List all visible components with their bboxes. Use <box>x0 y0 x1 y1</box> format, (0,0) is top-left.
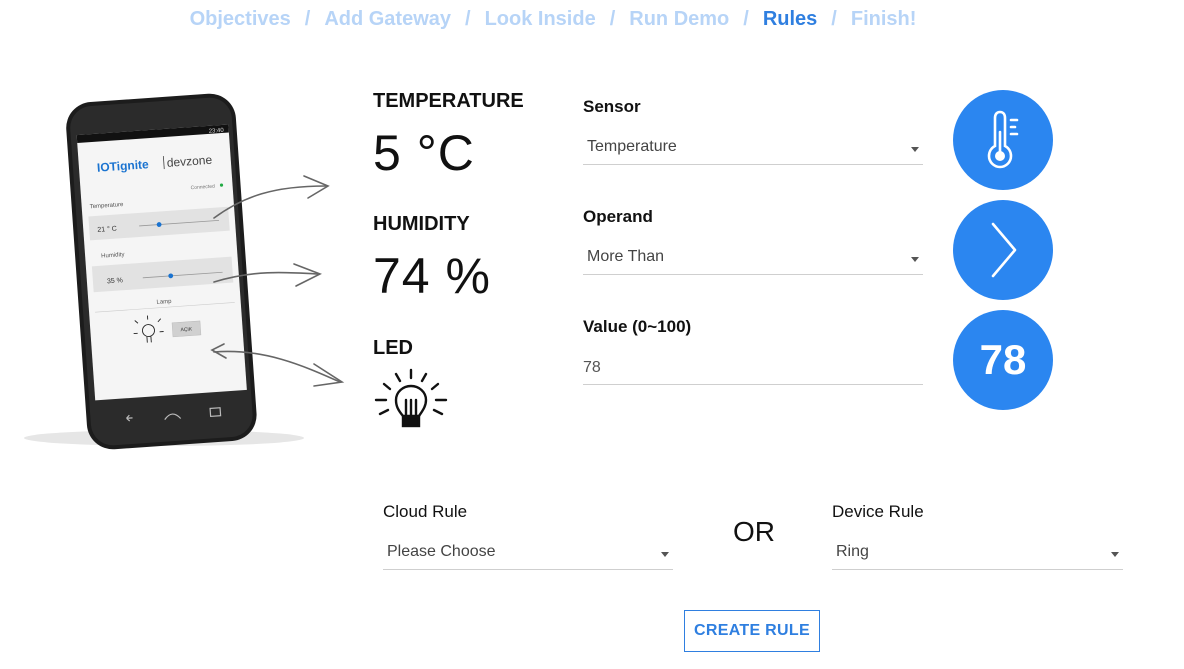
chevron-right-icon <box>991 222 1017 278</box>
breadcrumb-separator: / <box>465 8 471 30</box>
device-rule-select-value: Ring <box>836 543 869 560</box>
phone-lamp-label: Lamp <box>156 299 172 306</box>
operand-select-value: More Than <box>587 248 665 265</box>
temperature-value: 5 °C <box>373 125 475 181</box>
humidity-value: 74 % <box>373 248 491 304</box>
value-label: Value (0~100) <box>583 317 692 336</box>
value-input[interactable] <box>583 352 923 385</box>
breadcrumb: Objectives / Add Gateway / Look Inside / Run D… <box>0 8 1106 31</box>
lightbulb-icon <box>374 368 448 428</box>
sensor-select-value: Temperature <box>587 138 677 155</box>
rules-page: Objectives / Add Gateway / Look Inside / Run D… <box>0 0 1184 669</box>
breadcrumb-look-inside[interactable]: Look Inside <box>485 8 596 30</box>
phone-lamp-button: AÇIK <box>180 326 193 333</box>
cloud-rule-select-value: Please Choose <box>387 543 496 560</box>
breadcrumb-separator: / <box>609 8 616 30</box>
breadcrumb-rules[interactable]: Rules <box>763 8 817 30</box>
sensor-label: Sensor <box>583 97 641 116</box>
breadcrumb-finish[interactable]: Finish! <box>851 8 917 30</box>
phone-illustration: 23:40 IOTignite devzone Connected Temper… <box>24 93 345 450</box>
or-divider: OR <box>733 516 775 547</box>
chevron-down-icon <box>911 257 919 262</box>
device-rule-select[interactable]: Ring <box>832 537 1123 570</box>
chevron-down-icon <box>1111 552 1119 557</box>
breadcrumb-add-gateway[interactable]: Add Gateway <box>324 8 451 30</box>
chevron-down-icon <box>661 552 669 557</box>
phone-humidity-value: 35 % <box>107 277 123 285</box>
operand-label: Operand <box>583 207 653 226</box>
value-indicator: 78 <box>953 310 1053 410</box>
breadcrumb-separator: / <box>304 8 311 30</box>
create-rule-button[interactable]: CREATE RULE <box>684 610 820 652</box>
led-title: LED <box>373 337 413 359</box>
temperature-title: TEMPERATURE <box>373 90 524 112</box>
sensor-select[interactable]: Temperature <box>583 132 923 165</box>
breadcrumb-separator: / <box>743 8 749 30</box>
device-rule-label: Device Rule <box>832 502 924 521</box>
value-indicator-text: 78 <box>979 336 1027 383</box>
humidity-title: HUMIDITY <box>373 213 470 235</box>
thermometer-indicator <box>953 90 1053 190</box>
phone-status-time: 23:40 <box>209 128 225 135</box>
thermometer-icon <box>987 110 1019 169</box>
cloud-rule-select[interactable]: Please Choose <box>383 537 673 570</box>
operand-indicator <box>953 200 1053 300</box>
chevron-down-icon <box>911 147 919 152</box>
breadcrumb-run-demo[interactable]: Run Demo <box>629 8 729 30</box>
breadcrumb-separator: / <box>831 8 837 30</box>
breadcrumb-objectives[interactable]: Objectives <box>190 8 291 30</box>
cloud-rule-label: Cloud Rule <box>383 502 468 521</box>
operand-select[interactable]: More Than <box>583 242 923 275</box>
phone-temperature-value: 21 ° C <box>97 225 117 234</box>
